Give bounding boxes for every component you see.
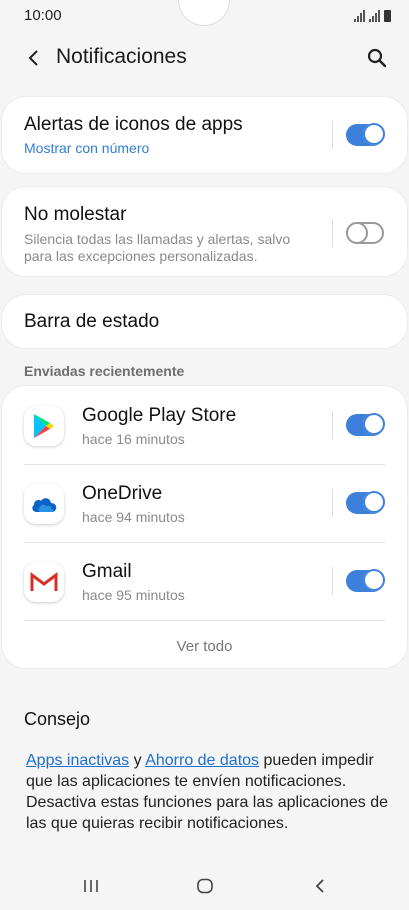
signal-icon xyxy=(369,10,380,22)
do-not-disturb-toggle[interactable] xyxy=(346,222,384,244)
back-icon xyxy=(315,879,324,893)
status-bar-card[interactable]: Barra de estado xyxy=(2,295,407,348)
app-name: OneDrive xyxy=(82,483,163,504)
list-item-google-play-store[interactable]: Google Play Store hace 16 minutos xyxy=(2,386,407,464)
app-time: hace 95 minutos xyxy=(82,587,185,603)
tip-text: Apps inactivas y Ahorro de datos pueden … xyxy=(26,750,388,834)
do-not-disturb-desc-2: para las excepciones personalizadas. xyxy=(24,248,258,264)
app-name: Gmail xyxy=(82,561,132,582)
navigation-bar xyxy=(0,862,409,910)
page-title: Notificaciones xyxy=(56,45,187,68)
divider xyxy=(332,567,333,595)
home-button[interactable] xyxy=(190,874,220,898)
section-label-recent: Enviadas recientemente xyxy=(24,363,185,379)
app-icon-alerts-card[interactable]: Alertas de iconos de apps Mostrar con nú… xyxy=(2,97,407,173)
inactive-apps-link[interactable]: Apps inactivas xyxy=(26,752,129,769)
back-nav-button[interactable] xyxy=(305,874,335,898)
divider xyxy=(332,489,333,517)
app-icon-alerts-title: Alertas de iconos de apps xyxy=(24,114,243,135)
recents-icon xyxy=(84,880,98,892)
google-play-icon xyxy=(24,406,64,446)
gmail-icon xyxy=(24,562,64,602)
status-time: 10:00 xyxy=(24,7,62,24)
search-button[interactable] xyxy=(363,44,391,72)
recent-apps-card: Google Play Store hace 16 minutos OneDri… xyxy=(2,386,407,668)
do-not-disturb-title: No molestar xyxy=(24,204,127,225)
battery-icon xyxy=(384,10,391,22)
divider xyxy=(332,219,333,247)
tip-title: Consejo xyxy=(24,709,91,729)
status-icons xyxy=(354,8,391,22)
onedrive-icon xyxy=(24,484,64,524)
status-bar: 10:00 xyxy=(0,0,409,32)
back-button[interactable] xyxy=(20,44,48,72)
data-saver-link[interactable]: Ahorro de datos xyxy=(145,752,259,769)
camera-notch xyxy=(178,0,230,26)
see-all-link[interactable]: Ver todo xyxy=(2,638,407,655)
app-header: Notificaciones xyxy=(0,32,409,84)
do-not-disturb-desc-1: Silencia todas las llamadas y alertas, s… xyxy=(24,231,291,247)
app-icon-alerts-subtitle: Mostrar con número xyxy=(24,140,150,156)
signal-icon xyxy=(354,10,365,22)
status-bar-title: Barra de estado xyxy=(24,311,160,332)
app-time: hace 16 minutos xyxy=(82,431,185,447)
gmail-toggle[interactable] xyxy=(346,569,385,592)
tip-connector: y xyxy=(129,752,146,769)
do-not-disturb-card[interactable]: No molestar Silencia todas las llamadas … xyxy=(2,187,407,276)
recent-apps-button[interactable] xyxy=(76,874,106,898)
google-play-toggle[interactable] xyxy=(346,413,385,436)
divider xyxy=(332,121,333,149)
list-item-onedrive[interactable]: OneDrive hace 94 minutos xyxy=(2,464,407,542)
home-icon xyxy=(197,878,213,894)
divider xyxy=(332,411,333,439)
divider xyxy=(24,620,385,621)
search-icon xyxy=(367,48,387,68)
app-icon-alerts-toggle[interactable] xyxy=(346,123,385,146)
app-time: hace 94 minutos xyxy=(82,509,185,525)
list-item-gmail[interactable]: Gmail hace 95 minutos xyxy=(2,542,407,620)
chevron-left-icon xyxy=(28,50,38,66)
app-name: Google Play Store xyxy=(82,405,237,426)
onedrive-toggle[interactable] xyxy=(346,491,385,514)
